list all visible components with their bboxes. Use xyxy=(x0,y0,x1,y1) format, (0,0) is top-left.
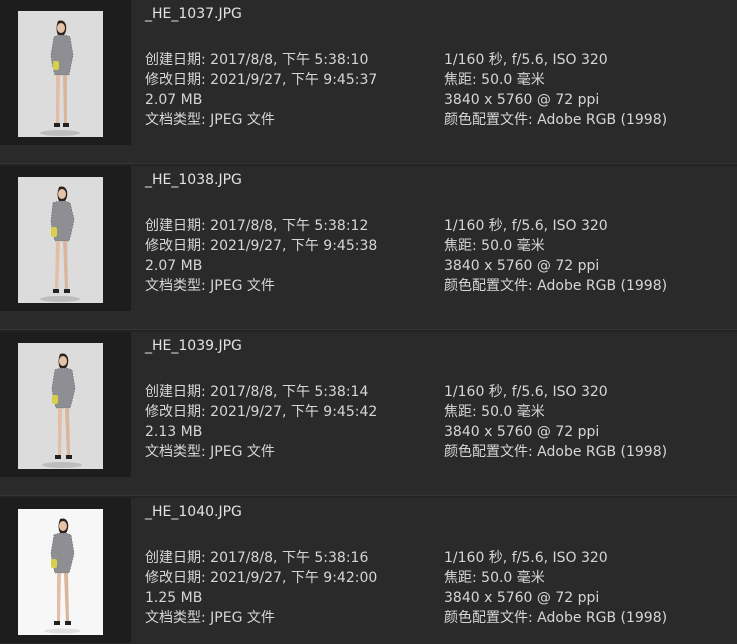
file-name[interactable]: _HE_1038.JPG xyxy=(145,172,242,188)
photo-thumbnail[interactable] xyxy=(18,177,103,303)
created-date: 创建日期: 2017/8/8, 下午 5:38:10 xyxy=(145,52,369,68)
model-figure-image xyxy=(40,186,80,302)
exposure-info: 1/160 秒, f/5.6, ISO 320 xyxy=(444,550,608,566)
color-profile: 颜色配置文件: Adobe RGB (1998) xyxy=(444,112,668,128)
model-figure-image xyxy=(42,353,82,468)
thumbnail-cell[interactable] xyxy=(0,0,131,145)
file-info-left: 创建日期: 2017/8/8, 下午 5:38:16 修改日期: 2021/9/… xyxy=(145,548,377,628)
modified-date: 修改日期: 2021/9/27, 下午 9:45:37 xyxy=(145,72,378,88)
file-size: 2.07 MB xyxy=(145,92,203,108)
file-info-left: 创建日期: 2017/8/8, 下午 5:38:14 修改日期: 2021/9/… xyxy=(145,382,377,462)
color-profile: 颜色配置文件: Adobe RGB (1998) xyxy=(444,610,668,626)
modified-date: 修改日期: 2021/9/27, 下午 9:45:38 xyxy=(145,238,378,254)
image-dimensions: 3840 x 5760 @ 72 ppi xyxy=(444,590,600,606)
file-name[interactable]: _HE_1037.JPG xyxy=(145,6,242,22)
exposure-info: 1/160 秒, f/5.6, ISO 320 xyxy=(444,218,608,234)
focal-length: 焦距: 50.0 毫米 xyxy=(444,72,545,88)
file-row[interactable]: _HE_1037.JPG 创建日期: 2017/8/8, 下午 5:38:10 … xyxy=(0,0,737,166)
modified-date: 修改日期: 2021/9/27, 下午 9:45:42 xyxy=(145,404,378,420)
document-type: 文档类型: JPEG 文件 xyxy=(145,610,275,626)
photo-thumbnail[interactable] xyxy=(18,11,103,137)
model-figure-image xyxy=(44,518,80,634)
file-info-right: 1/160 秒, f/5.6, ISO 320 焦距: 50.0 毫米 3840… xyxy=(444,548,667,628)
model-figure-image xyxy=(40,20,80,136)
file-info-left: 创建日期: 2017/8/8, 下午 5:38:12 修改日期: 2021/9/… xyxy=(145,216,377,296)
file-size: 1.25 MB xyxy=(145,590,203,606)
document-type: 文档类型: JPEG 文件 xyxy=(145,444,275,460)
created-date: 创建日期: 2017/8/8, 下午 5:38:16 xyxy=(145,550,369,566)
focal-length: 焦距: 50.0 毫米 xyxy=(444,238,545,254)
image-dimensions: 3840 x 5760 @ 72 ppi xyxy=(444,258,600,274)
photo-thumbnail[interactable] xyxy=(18,343,103,469)
color-profile: 颜色配置文件: Adobe RGB (1998) xyxy=(444,444,668,460)
file-info-right: 1/160 秒, f/5.6, ISO 320 焦距: 50.0 毫米 3840… xyxy=(444,216,667,296)
file-list: _HE_1037.JPG 创建日期: 2017/8/8, 下午 5:38:10 … xyxy=(0,0,737,644)
exposure-info: 1/160 秒, f/5.6, ISO 320 xyxy=(444,384,608,400)
photo-thumbnail[interactable] xyxy=(18,509,103,635)
file-name[interactable]: _HE_1039.JPG xyxy=(145,338,242,354)
focal-length: 焦距: 50.0 毫米 xyxy=(444,404,545,420)
file-row[interactable]: _HE_1039.JPG 创建日期: 2017/8/8, 下午 5:38:14 … xyxy=(0,332,737,498)
image-dimensions: 3840 x 5760 @ 72 ppi xyxy=(444,424,600,440)
document-type: 文档类型: JPEG 文件 xyxy=(145,112,275,128)
thumbnail-cell[interactable] xyxy=(0,498,131,643)
thumbnail-cell[interactable] xyxy=(0,166,131,311)
exposure-info: 1/160 秒, f/5.6, ISO 320 xyxy=(444,52,608,68)
file-size: 2.13 MB xyxy=(145,424,203,440)
file-info-left: 创建日期: 2017/8/8, 下午 5:38:10 修改日期: 2021/9/… xyxy=(145,50,377,130)
created-date: 创建日期: 2017/8/8, 下午 5:38:14 xyxy=(145,384,369,400)
file-info-right: 1/160 秒, f/5.6, ISO 320 焦距: 50.0 毫米 3840… xyxy=(444,382,667,462)
file-row[interactable]: _HE_1040.JPG 创建日期: 2017/8/8, 下午 5:38:16 … xyxy=(0,498,737,644)
color-profile: 颜色配置文件: Adobe RGB (1998) xyxy=(444,278,668,294)
document-type: 文档类型: JPEG 文件 xyxy=(145,278,275,294)
modified-date: 修改日期: 2021/9/27, 下午 9:42:00 xyxy=(145,570,378,586)
file-info-right: 1/160 秒, f/5.6, ISO 320 焦距: 50.0 毫米 3840… xyxy=(444,50,667,130)
file-name[interactable]: _HE_1040.JPG xyxy=(145,504,242,520)
created-date: 创建日期: 2017/8/8, 下午 5:38:12 xyxy=(145,218,369,234)
image-dimensions: 3840 x 5760 @ 72 ppi xyxy=(444,92,600,108)
focal-length: 焦距: 50.0 毫米 xyxy=(444,570,545,586)
thumbnail-cell[interactable] xyxy=(0,332,131,477)
file-row[interactable]: _HE_1038.JPG 创建日期: 2017/8/8, 下午 5:38:12 … xyxy=(0,166,737,332)
file-size: 2.07 MB xyxy=(145,258,203,274)
